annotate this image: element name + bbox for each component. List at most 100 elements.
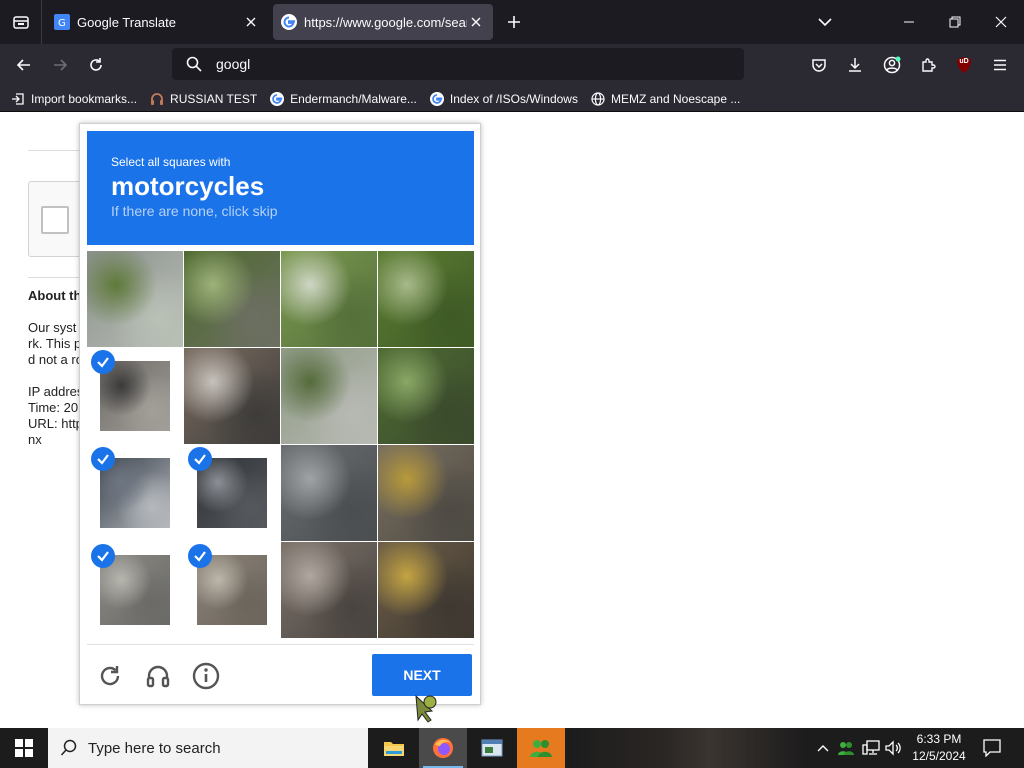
captcha-tile-image <box>100 458 170 528</box>
list-all-tabs-button[interactable] <box>802 0 848 44</box>
puzzle-icon <box>922 58 936 72</box>
check-icon <box>91 447 115 471</box>
bookmark-memz[interactable]: MEMZ and Noescape ... <box>590 91 740 107</box>
bookmark-russian-test[interactable]: RUSSIAN TEST <box>149 91 257 107</box>
next-button[interactable]: NEXT <box>372 654 472 696</box>
captcha-tile[interactable] <box>184 251 280 347</box>
account-button[interactable] <box>876 49 908 81</box>
captcha-tile-selected[interactable] <box>87 348 183 444</box>
captcha-tile[interactable] <box>378 251 474 347</box>
help-button[interactable] <box>190 660 222 692</box>
downloads-button[interactable] <box>839 49 871 81</box>
captcha-tile[interactable] <box>184 348 280 444</box>
app-window-button[interactable] <box>468 728 516 768</box>
captcha-target: motorcycles <box>111 171 265 201</box>
bookmarks-toolbar: Import bookmarks... RUSSIAN TEST Enderma… <box>0 86 1024 112</box>
plus-icon <box>508 16 520 28</box>
bookmark-label: Import bookmarks... <box>31 91 138 106</box>
captcha-tile[interactable] <box>87 251 183 347</box>
network-button[interactable] <box>860 728 882 768</box>
taskbar-background-art <box>566 728 806 768</box>
pocket-icon <box>812 59 826 72</box>
captcha-tile-image <box>281 251 377 347</box>
google-icon <box>269 91 285 107</box>
about-heading: About th <box>28 288 82 303</box>
bookmark-label: Index of /ISOs/Windows <box>449 91 578 106</box>
window-app-icon <box>481 739 503 757</box>
menu-button[interactable] <box>984 49 1016 81</box>
captcha-tile-selected[interactable] <box>184 542 280 638</box>
footer-divider <box>87 644 474 645</box>
captcha-tile[interactable] <box>281 251 377 347</box>
ublock-origin-button[interactable]: uD <box>948 49 980 81</box>
speaker-icon <box>885 740 901 756</box>
captcha-tile-image <box>378 348 474 444</box>
firefox-view-button[interactable] <box>0 0 42 44</box>
check-icon <box>91 350 115 374</box>
clock-date: 12/5/2024 <box>912 749 966 763</box>
captcha-header: Select all squares with motorcycles If t… <box>87 131 474 245</box>
import-icon <box>10 91 26 107</box>
tab-title: https://www.google.com/search <box>304 14 467 30</box>
globe-icon <box>590 91 606 107</box>
close-window-button[interactable] <box>978 0 1024 44</box>
captcha-tile[interactable] <box>378 348 474 444</box>
captcha-tile-image <box>281 445 377 541</box>
file-explorer-button[interactable] <box>370 728 418 768</box>
tray-people-icon[interactable] <box>836 728 856 768</box>
clock-time: 6:33 PM <box>916 732 962 746</box>
taskbar-search-box[interactable]: Type here to search <box>48 728 368 768</box>
action-center-button[interactable] <box>978 728 1006 768</box>
captcha-tile[interactable] <box>281 348 377 444</box>
start-button[interactable] <box>0 728 48 768</box>
tab-google-search[interactable]: https://www.google.com/search <box>273 4 493 40</box>
minimize-icon <box>904 21 914 23</box>
bookmark-label: RUSSIAN TEST <box>170 91 258 106</box>
paragraph-line: Our syst <box>28 320 77 335</box>
google-icon <box>429 91 445 107</box>
audio-challenge-button[interactable] <box>142 660 174 692</box>
url-bar[interactable] <box>172 48 744 80</box>
pocket-button[interactable] <box>803 49 835 81</box>
green-people-app-button[interactable] <box>517 728 565 768</box>
reload-button[interactable] <box>80 49 112 81</box>
captcha-tile-image <box>378 445 474 541</box>
captcha-tile[interactable] <box>378 445 474 541</box>
volume-button[interactable] <box>884 728 904 768</box>
search-icon <box>60 739 77 756</box>
captcha-tile[interactable] <box>281 542 377 638</box>
url-input[interactable] <box>216 56 716 72</box>
captcha-tile-image <box>87 251 183 347</box>
windows-logo-icon <box>15 739 33 757</box>
forward-button[interactable] <box>44 49 76 81</box>
extensions-button[interactable] <box>912 49 944 81</box>
back-button[interactable] <box>8 49 40 81</box>
captcha-instruction: Select all squares with <box>111 155 231 169</box>
check-icon <box>188 544 212 568</box>
captcha-tile-selected[interactable] <box>87 542 183 638</box>
bookmark-import[interactable]: Import bookmarks... <box>10 91 137 107</box>
tab-google-translate[interactable]: G Google Translate <box>46 4 268 40</box>
firefox-taskbar-button[interactable] <box>419 728 467 768</box>
taskbar-clock[interactable]: 6:33 PM 12/5/2024 <box>906 731 972 765</box>
restore-button[interactable] <box>932 0 978 44</box>
info-line: Time: 20 <box>28 400 79 415</box>
close-tab-icon[interactable] <box>242 13 260 31</box>
captcha-tile-selected[interactable] <box>87 445 183 541</box>
bookmark-label: MEMZ and Noescape ... <box>610 91 741 106</box>
captcha-tile-selected[interactable] <box>184 445 280 541</box>
bookmark-isos-windows[interactable]: Index of /ISOs/Windows <box>429 91 578 107</box>
show-hidden-icons-button[interactable] <box>814 728 832 768</box>
new-tab-button[interactable] <box>503 11 525 33</box>
reload-challenge-button[interactable] <box>94 660 126 692</box>
minimize-button[interactable] <box>886 0 932 44</box>
captcha-tile-image <box>197 458 267 528</box>
captcha-tile-image <box>378 542 474 638</box>
recaptcha-checkbox[interactable] <box>41 206 69 234</box>
captcha-tile-image <box>100 361 170 431</box>
close-tab-icon[interactable] <box>467 13 485 31</box>
bookmark-endermanch[interactable]: Endermanch/Malware... <box>269 91 417 107</box>
captcha-tile[interactable] <box>281 445 377 541</box>
captcha-tile-image <box>184 251 280 347</box>
captcha-tile[interactable] <box>378 542 474 638</box>
